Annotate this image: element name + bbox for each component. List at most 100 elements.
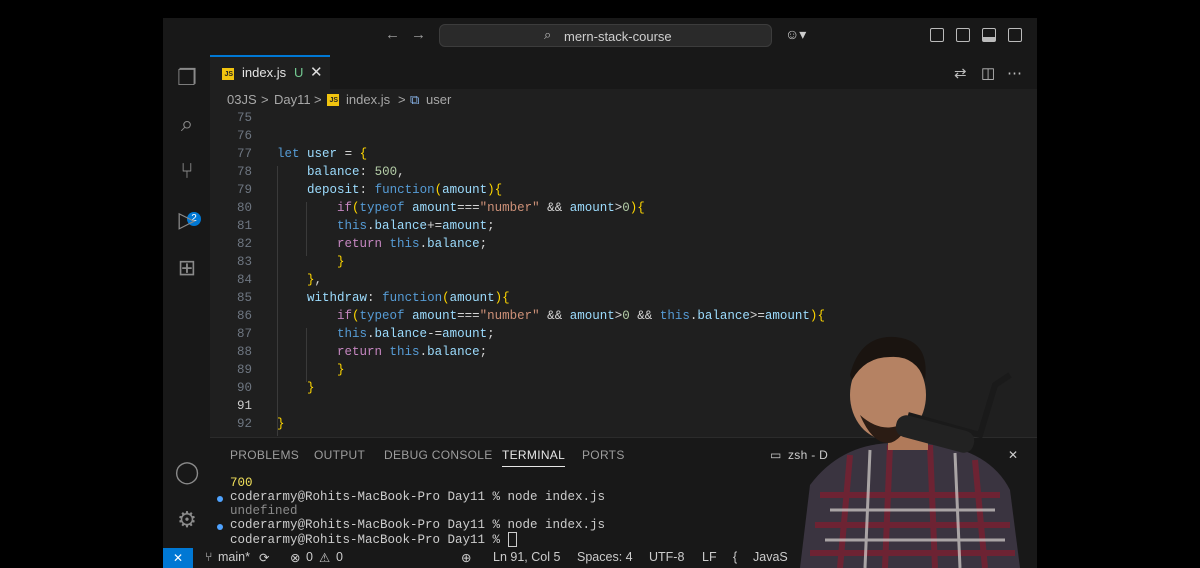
open-changes-icon[interactable]: ⇄ (954, 64, 967, 82)
explorer-icon[interactable]: ❐ (174, 65, 200, 91)
breadcrumb-separator: > (261, 92, 269, 107)
code-text: } (307, 381, 315, 395)
tab-debug-console[interactable]: DEBUG CONSOLE (384, 448, 493, 462)
code-text: balance: 500, (307, 165, 405, 179)
code-line[interactable]: 79 deposit: function(amount){ (210, 183, 1037, 201)
line-number: 86 (236, 309, 252, 323)
code-line[interactable]: 81 this.balance+=amount; (210, 219, 1037, 237)
symbol-variable-icon: ⧉ (410, 92, 420, 107)
tab-untracked-status: U (294, 65, 304, 80)
line-number: 87 (236, 327, 252, 341)
errors-count[interactable]: 0 (306, 550, 313, 564)
terminal-prompt-line: coderarmy@Rohits-MacBook-Pro Day11 % (230, 532, 517, 547)
terminal-line: coderarmy@Rohits-MacBook-Pro Day11 % nod… (230, 518, 606, 532)
code-line[interactable]: 78 balance: 500, (210, 165, 1037, 183)
toggle-panel-icon[interactable] (982, 28, 996, 42)
toggle-secondary-sidebar-icon[interactable] (1008, 28, 1022, 42)
command-decoration-icon[interactable] (217, 496, 223, 502)
line-number: 76 (236, 129, 252, 143)
back-icon[interactable]: ← (385, 26, 400, 43)
code-text: } (337, 255, 345, 269)
copilot-icon[interactable]: ☺▾ (785, 26, 806, 43)
line-number: 89 (236, 363, 252, 377)
split-editor-icon[interactable]: ◫ (981, 64, 995, 82)
tab-label: index.js (242, 65, 287, 80)
branch-name[interactable]: main* (218, 550, 250, 564)
search-icon[interactable]: ⌕ (174, 111, 200, 137)
remote-indicator-icon[interactable]: ✕ (163, 548, 193, 568)
line-number: 92 (236, 417, 252, 431)
branch-icon: ⑂ (205, 550, 213, 564)
line-number: 79 (236, 183, 252, 197)
code-text: this.balance+=amount; (337, 219, 495, 233)
code-text: } (337, 363, 345, 377)
end-of-line[interactable]: LF (702, 550, 717, 564)
javascript-file-icon: JS (222, 68, 234, 80)
editor-tab-bar: JS index.js U ✕ ⇄ ◫ ⋯ (210, 55, 1037, 89)
tab-terminal[interactable]: TERMINAL (502, 448, 566, 467)
run-debug-icon[interactable]: ▷ (174, 207, 200, 233)
tab-output[interactable]: OUTPUT (314, 448, 365, 462)
terminal-cursor (507, 532, 517, 547)
line-number: 75 (236, 111, 252, 125)
code-line[interactable]: 80 if(typeof amount==="number" && amount… (210, 201, 1037, 219)
code-text: this.balance-=amount; (337, 327, 495, 341)
cursor-position[interactable]: Ln 91, Col 5 (493, 550, 560, 564)
line-number: 83 (236, 255, 252, 269)
encoding[interactable]: UTF-8 (649, 550, 684, 564)
extensions-icon[interactable]: ⊞ (174, 255, 200, 281)
errors-icon: ⊗ (290, 551, 301, 565)
search-text: mern-stack-course (564, 29, 672, 44)
code-text: if(typeof amount==="number" && amount>0)… (337, 201, 645, 215)
code-text: withdraw: function(amount){ (307, 291, 510, 305)
code-text: }, (307, 273, 323, 287)
breadcrumb-symbol-user[interactable]: user (426, 92, 451, 107)
command-center-search[interactable]: ⌕ mern-stack-course (439, 24, 772, 47)
line-number: 85 (236, 291, 252, 305)
account-icon[interactable]: ◯ (174, 459, 200, 485)
source-control-icon[interactable]: ⑂ (174, 158, 200, 184)
tab-close-icon[interactable]: ✕ (310, 63, 323, 81)
tab-index-js[interactable]: JS index.js U ✕ (210, 55, 330, 89)
line-number: 88 (236, 345, 252, 359)
breadcrumb-separator: > (314, 92, 322, 107)
command-decoration-icon[interactable] (217, 524, 223, 530)
title-bar: ← → ⌕ mern-stack-course ☺▾ (163, 18, 1037, 55)
zoom-icon[interactable]: ⊕ (461, 550, 471, 565)
code-line[interactable]: 84 }, (210, 273, 1037, 291)
line-number: 90 (236, 381, 252, 395)
customize-layout-icon[interactable] (930, 28, 944, 42)
forward-icon[interactable]: → (411, 26, 426, 43)
terminal-line: 700 (230, 476, 253, 490)
code-text: } (277, 417, 285, 431)
toggle-primary-sidebar-icon[interactable] (956, 28, 970, 42)
code-line[interactable]: 82 return this.balance; (210, 237, 1037, 255)
activity-bar: ❐ ⌕ ⑂ 2 ▷ ⊞ ◯ ⚙ (163, 55, 210, 548)
tab-ports[interactable]: PORTS (582, 448, 625, 462)
terminal-line: undefined (230, 504, 298, 518)
warnings-count[interactable]: 0 (336, 550, 343, 564)
breadcrumb-file-index-js[interactable]: index.js (346, 92, 390, 107)
line-number: 84 (236, 273, 252, 287)
code-text: if(typeof amount==="number" && amount>0 … (337, 309, 825, 323)
tab-problems[interactable]: PROBLEMS (230, 448, 299, 462)
breadcrumb-separator: > (398, 92, 406, 107)
sync-icon[interactable]: ⟳ (259, 550, 269, 565)
settings-gear-icon[interactable]: ⚙ (174, 507, 200, 533)
code-text: return this.balance; (337, 237, 488, 251)
search-icon: ⌕ (544, 27, 552, 42)
indentation[interactable]: Spaces: 4 (577, 550, 633, 564)
terminal-prompt: coderarmy@Rohits-MacBook-Pro Day11 % (230, 532, 508, 547)
code-line[interactable]: 83 } (210, 255, 1037, 273)
line-number: 91 (236, 399, 252, 413)
code-line[interactable]: 76 (210, 129, 1037, 147)
more-actions-icon[interactable]: ⋯ (1007, 64, 1022, 82)
code-text: deposit: function(amount){ (307, 183, 503, 197)
code-line[interactable]: 75 (210, 111, 1037, 129)
breadcrumb-folder-day11[interactable]: Day11 (274, 92, 311, 107)
code-line[interactable]: 85 withdraw: function(amount){ (210, 291, 1037, 309)
plaid-shirt (800, 443, 1020, 568)
line-number: 77 (236, 147, 252, 161)
breadcrumb-folder-03js[interactable]: 03JS (227, 92, 257, 107)
code-line[interactable]: 77 let user = { (210, 147, 1037, 165)
